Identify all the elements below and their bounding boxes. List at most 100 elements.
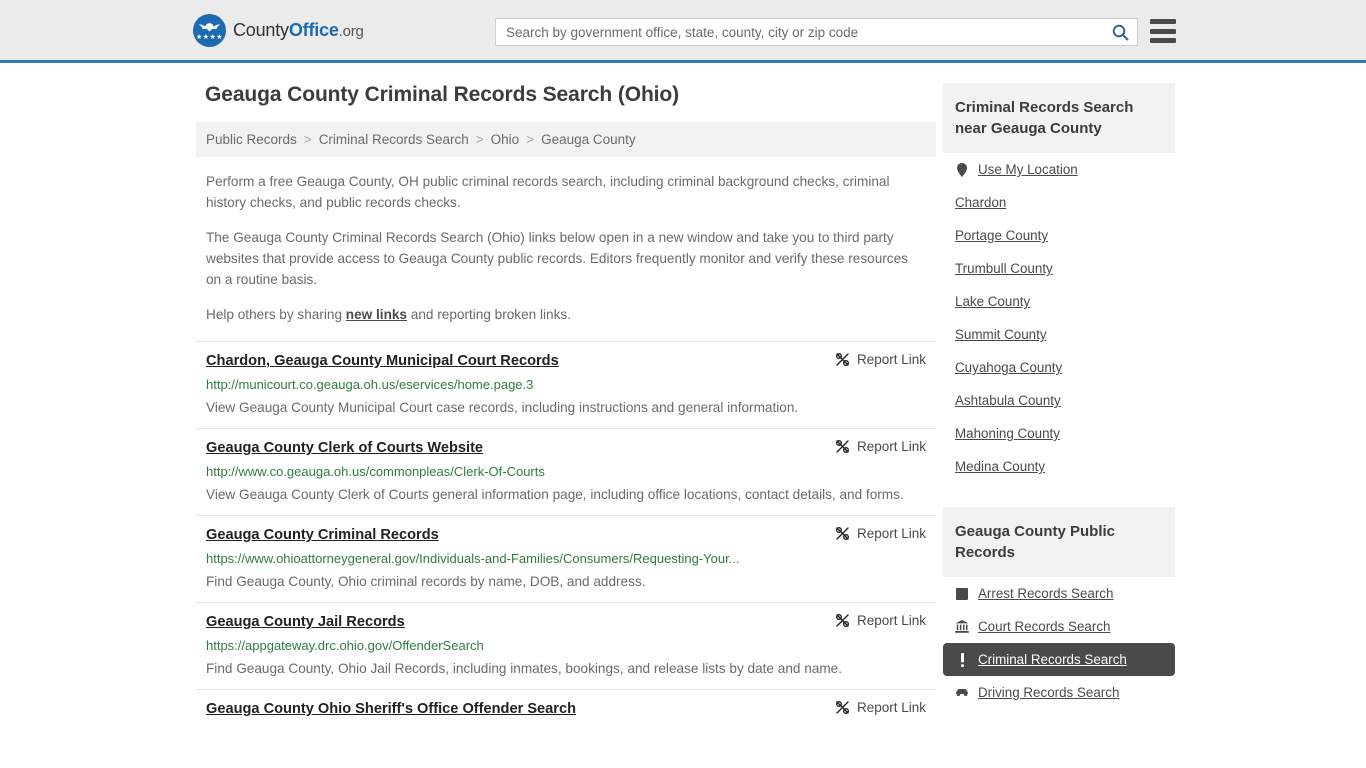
sidebar-item-medina-county[interactable]: Medina County (943, 450, 1175, 483)
car-icon (955, 688, 969, 697)
sidebar-item-label: Court Records Search (978, 619, 1111, 634)
sidebar-item-summit-county[interactable]: Summit County (943, 318, 1175, 351)
sidebar-item-label: Cuyahoga County (955, 360, 1063, 375)
hamburger-bar (1150, 28, 1176, 34)
sidebar: Criminal Records Search near Geauga Coun… (943, 83, 1175, 709)
report-link-label: Report Link (856, 352, 926, 367)
sidebar-item-label: Mahoning County (955, 426, 1060, 441)
sidebar-item-label: Lake County (955, 294, 1031, 309)
sidebar-public-records-list: Arrest Records Search Court Records Sear… (943, 577, 1175, 709)
result-item: Geauga County Jail Records Report Link h… (196, 602, 936, 689)
page-title: Geauga County Criminal Records Search (O… (205, 83, 680, 106)
breadcrumb-item-ohio[interactable]: Ohio (491, 132, 520, 147)
sidebar-item-lake-county[interactable]: Lake County (943, 285, 1175, 318)
result-title-link[interactable]: Geauga County Ohio Sheriff's Office Offe… (206, 699, 576, 719)
intro-p3-before: Help others by sharing (206, 307, 346, 322)
sidebar-item-label: Driving Records Search (978, 685, 1120, 700)
result-header: Geauga County Criminal Records Report Li… (206, 525, 926, 545)
result-title-link[interactable]: Geauga County Criminal Records (206, 525, 439, 545)
result-url: https://www.ohioattorneygeneral.gov/Indi… (206, 551, 740, 566)
sidebar-item-label: Trumbull County (955, 261, 1053, 276)
sidebar-item-chardon[interactable]: Chardon (943, 186, 1175, 219)
intro-paragraph-3: Help others by sharing new links and rep… (206, 304, 926, 325)
breadcrumb-separator: > (526, 132, 535, 147)
result-title-link[interactable]: Geauga County Clerk of Courts Website (206, 438, 483, 458)
sidebar-item-label: Chardon (955, 195, 1007, 210)
sidebar-item-mahoning-county[interactable]: Mahoning County (943, 417, 1175, 450)
result-title-link[interactable]: Geauga County Jail Records (206, 612, 405, 632)
exclamation-icon (955, 652, 969, 667)
sidebar-item-arrest-records-search[interactable]: Arrest Records Search (943, 577, 1175, 610)
sidebar-item-trumbull-county[interactable]: Trumbull County (943, 252, 1175, 285)
sidebar-item-use-my-location[interactable]: Use My Location (943, 153, 1175, 186)
search-button[interactable] (1103, 19, 1137, 45)
sidebar-item-label: Summit County (955, 327, 1047, 342)
breadcrumb-item-geauga-county[interactable]: Geauga County (541, 132, 636, 147)
breadcrumb-separator: > (475, 132, 484, 147)
breadcrumb: Public Records > Criminal Records Search… (196, 122, 936, 157)
page-body: Geauga County Criminal Records Search (O… (0, 63, 1366, 729)
report-link-label: Report Link (856, 613, 926, 628)
bank-building-icon (955, 620, 969, 633)
square-icon (955, 587, 969, 600)
report-link-label: Report Link (856, 439, 926, 454)
report-link-button[interactable]: Report Link (835, 613, 926, 628)
result-item: Geauga County Criminal Records Report Li… (196, 515, 936, 602)
site-logo[interactable]: ★★★★ CountyOffice.org (193, 13, 364, 47)
breadcrumb-item-public-records[interactable]: Public Records (206, 132, 297, 147)
result-description: View Geauga County Municipal Court case … (206, 400, 799, 415)
breadcrumb-item-criminal-records-search[interactable]: Criminal Records Search (319, 132, 469, 147)
countyoffice-emblem-icon: ★★★★ (193, 13, 226, 47)
intro-p3-after: and reporting broken links. (407, 307, 571, 322)
sidebar-item-court-records-search[interactable]: Court Records Search (943, 610, 1175, 643)
broken-link-icon (835, 353, 849, 366)
sidebar-item-label: Medina County (955, 459, 1046, 474)
results-list: Chardon, Geauga County Municipal Court R… (196, 341, 936, 729)
result-description: Find Geauga County, Ohio Jail Records, i… (206, 661, 842, 676)
logo-text-office: Office (288, 19, 339, 40)
sidebar-item-label: Criminal Records Search (978, 652, 1127, 667)
hamburger-menu-icon[interactable] (1150, 19, 1176, 43)
sidebar-public-records-title: Geauga County Public Records (943, 507, 1175, 577)
result-url: http://www.co.geauga.oh.us/commonpleas/C… (206, 464, 545, 479)
map-pin-icon (955, 162, 969, 177)
site-header: ★★★★ CountyOffice.org (0, 0, 1366, 63)
sidebar-item-driving-records-search[interactable]: Driving Records Search (943, 676, 1175, 709)
result-header: Geauga County Ohio Sheriff's Office Offe… (206, 699, 926, 719)
report-link-button[interactable]: Report Link (835, 526, 926, 541)
result-title-link[interactable]: Chardon, Geauga County Municipal Court R… (206, 351, 559, 371)
report-link-label: Report Link (856, 526, 926, 541)
result-url: https://appgateway.drc.ohio.gov/Offender… (206, 638, 484, 653)
result-url: http://municourt.co.geauga.oh.us/eservic… (206, 377, 534, 392)
report-link-button[interactable]: Report Link (835, 352, 926, 367)
sidebar-item-label: Arrest Records Search (978, 586, 1114, 601)
breadcrumb-separator: > (303, 132, 312, 147)
hamburger-bar (1150, 38, 1176, 43)
sidebar-item-ashtabula-county[interactable]: Ashtabula County (943, 384, 1175, 417)
main-content: Geauga County Criminal Records Search (O… (196, 83, 936, 729)
report-link-button[interactable]: Report Link (835, 700, 926, 715)
result-item: Geauga County Clerk of Courts Website Re… (196, 428, 936, 515)
hamburger-bar (1150, 19, 1176, 24)
sidebar-item-label: Ashtabula County (955, 393, 1061, 408)
result-header: Geauga County Clerk of Courts Website Re… (206, 438, 926, 458)
sidebar-item-criminal-records-search[interactable]: Criminal Records Search (943, 643, 1175, 676)
sidebar-item-portage-county[interactable]: Portage County (943, 219, 1175, 252)
broken-link-icon (835, 701, 849, 714)
report-link-label: Report Link (856, 700, 926, 715)
result-header: Chardon, Geauga County Municipal Court R… (206, 351, 926, 371)
report-link-button[interactable]: Report Link (835, 439, 926, 454)
result-description: Find Geauga County, Ohio criminal record… (206, 574, 646, 589)
logo-wordmark: CountyOffice.org (233, 20, 364, 41)
result-item: Chardon, Geauga County Municipal Court R… (196, 341, 936, 428)
broken-link-icon (835, 527, 849, 540)
intro-section: Perform a free Geauga County, OH public … (196, 171, 936, 325)
intro-paragraph-1: Perform a free Geauga County, OH public … (206, 174, 890, 210)
search-input[interactable] (496, 19, 1103, 45)
sidebar-item-cuyahoga-county[interactable]: Cuyahoga County (943, 351, 1175, 384)
eagle-wings-icon (198, 22, 221, 32)
logo-text-county: County (233, 19, 289, 40)
search-bar[interactable] (495, 18, 1138, 46)
intro-paragraph-2: The Geauga County Criminal Records Searc… (206, 230, 908, 287)
new-links-link[interactable]: new links (346, 307, 407, 322)
